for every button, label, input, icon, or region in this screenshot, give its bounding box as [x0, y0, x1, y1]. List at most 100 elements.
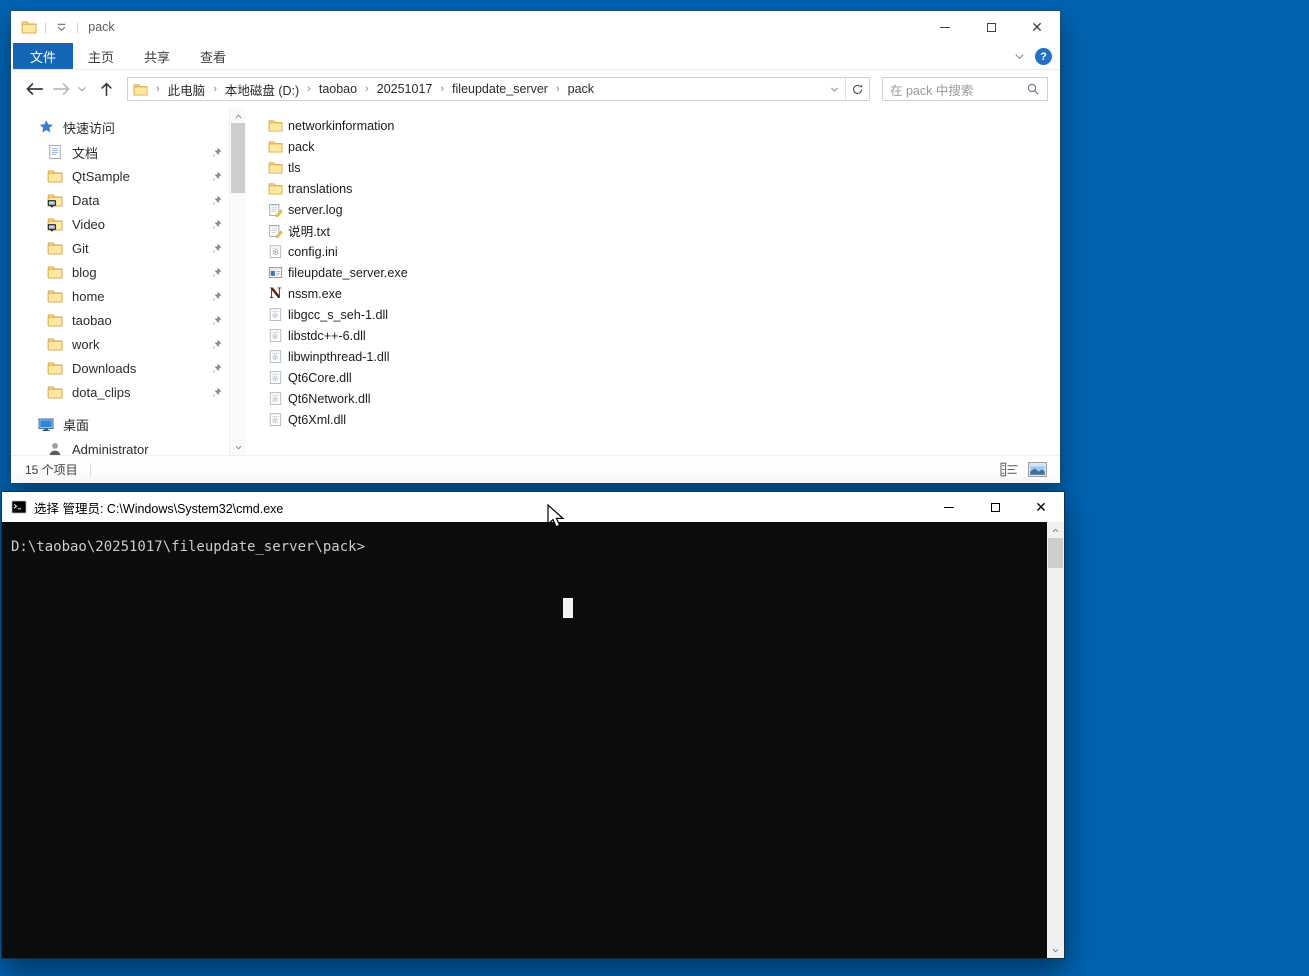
sidebar-item-taobao[interactable]: taobao [11, 308, 229, 332]
minimize-icon [944, 506, 954, 508]
explorer-titlebar[interactable]: | | pack ✕ [11, 11, 1060, 43]
file-row[interactable]: tls [268, 157, 1060, 178]
expand-ribbon-chevron-icon[interactable] [1013, 50, 1026, 63]
folder-icon [47, 312, 63, 328]
pin-icon [210, 386, 223, 399]
maximize-button[interactable] [968, 11, 1014, 43]
sidebar-item-Downloads[interactable]: Downloads [11, 356, 229, 380]
sidebar-item-blog[interactable]: blog [11, 260, 229, 284]
file-name: Qt6Network.dll [288, 391, 371, 406]
file-row[interactable]: Qt6Xml.dll [268, 409, 1060, 430]
file-row[interactable]: libwinpthread-1.dll [268, 346, 1060, 367]
address-bar[interactable]: › 此电脑 › 本地磁盘 (D:) › taobao › 20251017 › fileupdat… [127, 77, 870, 101]
file-name: libstdc++-6.dll [288, 328, 366, 343]
search-input[interactable]: 在 pack 中搜索 [882, 77, 1048, 101]
back-button[interactable] [23, 80, 45, 98]
file-name: translations [288, 181, 353, 196]
scrollbar-thumb[interactable] [231, 123, 245, 193]
sidebar-item-文档[interactable]: 文档 [11, 140, 229, 164]
sidebar-item-label: blog [72, 264, 97, 280]
scroll-up-icon[interactable] [230, 109, 246, 123]
scroll-down-icon[interactable] [1047, 943, 1063, 957]
explorer-content: 快速访问 文档 QtSample Data Video Git blog home taoba… [11, 108, 1060, 455]
sidebar-scrollbar[interactable] [229, 108, 246, 455]
minimize-button[interactable] [922, 11, 968, 43]
sidebar-item-dota_clips[interactable]: dota_clips [11, 380, 229, 404]
sidebar-item-work[interactable]: work [11, 332, 229, 356]
tab-share[interactable]: 共享 [129, 43, 185, 69]
customize-quick-access-chevron-icon[interactable] [54, 20, 69, 35]
refresh-button[interactable] [845, 78, 869, 100]
sidebar-item-QtSample[interactable]: QtSample [11, 164, 229, 188]
sidebar-item-Data[interactable]: Data [11, 188, 229, 212]
file-name: server.log [288, 202, 343, 217]
scroll-up-icon[interactable] [1047, 523, 1063, 537]
address-dropdown-chevron-icon[interactable] [823, 78, 845, 100]
sidebar-item-label: QtSample [72, 168, 130, 184]
file-row[interactable]: pack [268, 136, 1060, 157]
file-row[interactable]: Nnssm.exe [268, 283, 1060, 304]
sidebar-item-administrator[interactable]: Administrator [11, 437, 229, 455]
search-placeholder: 在 pack 中搜索 [890, 83, 974, 98]
maximize-icon [990, 502, 1000, 512]
cmd-titlebar[interactable]: 选择 管理员: C:\Windows\System32\cmd.exe ✕ [2, 492, 1064, 522]
tab-view[interactable]: 查看 [185, 43, 241, 69]
breadcrumb-item[interactable]: 本地磁盘 (D:) [223, 80, 301, 99]
minimize-icon [940, 26, 950, 28]
folder-icon [47, 288, 63, 304]
sidebar-item-desktop[interactable]: 桌面 [11, 411, 229, 437]
log-icon [268, 223, 283, 238]
sidebar-item-label: 快速访问 [63, 120, 116, 136]
sidebar-item-quick-access[interactable]: 快速访问 [11, 114, 229, 140]
folder-icon [21, 19, 37, 35]
sidebar-item-home[interactable]: home [11, 284, 229, 308]
recent-locations-chevron-icon[interactable] [76, 83, 88, 95]
folder-icon [268, 139, 283, 154]
breadcrumb-item[interactable]: taobao [317, 82, 359, 96]
file-row[interactable]: libstdc++-6.dll [268, 325, 1060, 346]
file-row[interactable]: libgcc_s_seh-1.dll [268, 304, 1060, 325]
file-row[interactable]: 说明.txt [268, 220, 1060, 241]
close-button[interactable]: ✕ [1018, 491, 1064, 523]
pin-icon [210, 338, 223, 351]
mouse-cursor [547, 504, 565, 528]
console-scrollbar[interactable] [1047, 522, 1064, 958]
breadcrumb-item[interactable]: pack [566, 82, 596, 96]
file-row[interactable]: server.log [268, 199, 1060, 220]
file-row[interactable]: Qt6Core.dll [268, 367, 1060, 388]
file-row[interactable]: config.ini [268, 241, 1060, 262]
breadcrumb-item[interactable]: 此电脑 [166, 80, 208, 99]
folder-icon [47, 240, 63, 256]
dll-icon [268, 412, 283, 427]
up-button[interactable] [97, 81, 116, 98]
file-row[interactable]: translations [268, 178, 1060, 199]
items-count: 15 个项目 [25, 463, 78, 477]
breadcrumb-item[interactable]: fileupdate_server [450, 82, 550, 96]
sidebar-item-label: Video [72, 216, 106, 232]
details-view-button[interactable] [999, 461, 1020, 478]
scroll-down-icon[interactable] [230, 440, 246, 454]
tab-home[interactable]: 主页 [73, 43, 129, 69]
file-row[interactable]: fileupdate_server.exe [268, 262, 1060, 283]
titlebar-separator: | [44, 20, 48, 34]
sidebar-item-Video[interactable]: Video [11, 212, 229, 236]
minimize-button[interactable] [926, 491, 972, 523]
file-list: networkinformation pack tls translations ser… [246, 108, 1060, 455]
maximize-button[interactable] [972, 491, 1018, 523]
file-row[interactable]: networkinformation [268, 115, 1060, 136]
scrollbar-thumb[interactable] [1048, 538, 1063, 568]
sidebar-item-label: 文档 [72, 145, 99, 161]
forward-button[interactable] [51, 80, 73, 98]
console-area[interactable]: D:\taobao\20251017\fileupdate_server\pac… [2, 522, 1064, 958]
help-icon[interactable]: ? [1035, 48, 1052, 65]
window-title: pack [88, 20, 115, 34]
tab-file[interactable]: 文件 [13, 43, 74, 69]
sidebar-item-Git[interactable]: Git [11, 236, 229, 260]
close-button[interactable]: ✕ [1014, 11, 1060, 43]
breadcrumb-item[interactable]: 20251017 [375, 82, 435, 96]
thumbnail-view-button[interactable] [1027, 461, 1048, 478]
file-row[interactable]: Qt6Network.dll [268, 388, 1060, 409]
file-name: Qt6Xml.dll [288, 412, 347, 427]
dll-icon [268, 370, 283, 385]
